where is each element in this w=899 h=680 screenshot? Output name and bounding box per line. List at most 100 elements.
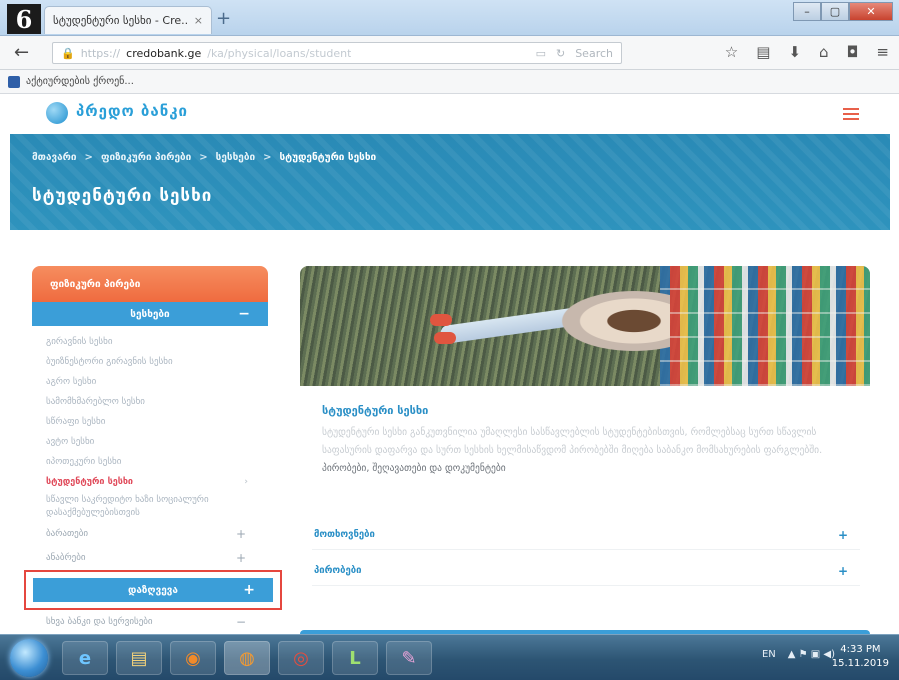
sidebar-item[interactable]: იპოთეკური სესხი: [32, 452, 268, 472]
sidebar-loans-section[interactable]: სესხები −: [32, 302, 268, 326]
address-bar[interactable]: 🔒 https:// credobank.ge /ka/physical/loa…: [52, 42, 622, 64]
student-loan-photo: [300, 266, 870, 386]
collapse-icon[interactable]: −: [236, 610, 246, 634]
page-title: სტუდენტური სესხი: [32, 186, 213, 206]
accordion-conditions[interactable]: პირობები +: [312, 556, 860, 586]
breadcrumb-loans[interactable]: სესხები: [216, 152, 255, 163]
tray-icons[interactable]: ▲ ⚑ ▣ ◀): [788, 649, 835, 660]
new-tab-button[interactable]: +: [216, 8, 231, 29]
logo-globe-icon[interactable]: [46, 102, 68, 124]
bookmarks-bar: აქტიურდების ქროენ...: [0, 70, 899, 94]
language-indicator[interactable]: EN: [762, 649, 776, 660]
media-player-icon[interactable]: ◉: [170, 641, 216, 675]
sidebar-group-deposits[interactable]: ანაბრები +: [32, 546, 268, 570]
sidebar-group-label: ბარათები: [46, 529, 89, 539]
bookshelf-image: [660, 266, 870, 386]
shoe-image: [434, 332, 456, 344]
expand-icon[interactable]: +: [243, 582, 255, 598]
home-icon[interactable]: ⌂: [819, 43, 829, 61]
sidebar-loans-label: სესხები: [130, 308, 170, 320]
search-field[interactable]: Search: [575, 47, 613, 60]
bookmark-star-icon[interactable]: ☆: [725, 43, 738, 61]
url-actions: ▭ ↻ Search: [536, 47, 613, 60]
url-path: /ka/physical/loans/student: [207, 46, 352, 60]
sidebar-item[interactable]: სამომხმარებლო სესხი: [32, 392, 268, 412]
sidebar-item[interactable]: აგრო სესხი: [32, 372, 268, 392]
sidebar-loan-list: გირავნის სესხი ბუიზნესტორი გირავნის სესხ…: [32, 326, 268, 522]
back-arrow-icon[interactable]: ←: [14, 42, 29, 63]
sidebar-item-active[interactable]: სტუდენტური სესხი ›: [32, 472, 268, 492]
sidebar-group-cards[interactable]: ბარათები +: [32, 522, 268, 546]
content-paragraph: სტუდენტური სესხი განკუთვნილია უმაღლესი ს…: [322, 424, 852, 478]
browser-titlebar: სტუდენტური სესხი - Cre... × + – ▢ ✕: [0, 0, 899, 36]
browser-navbar: ← 🔒 https:// credobank.ge /ka/physical/l…: [0, 36, 899, 70]
start-button-icon[interactable]: [10, 639, 48, 677]
browser-tab[interactable]: სტუდენტური სესხი - Cre... ×: [44, 6, 212, 34]
breadcrumb-individuals[interactable]: ფიზიკური პირები: [101, 152, 191, 163]
insurance-button-label: დაზღვევა: [128, 584, 178, 596]
accordion-requirements[interactable]: მოთხოვნები +: [312, 520, 860, 550]
breadcrumb: მთავარი > ფიზიკური პირები > სესხები > სტ…: [32, 152, 376, 163]
expand-icon[interactable]: +: [838, 528, 848, 542]
window-controls: – ▢ ✕: [793, 2, 893, 21]
content-paragraph-dark: პირობები, შეღავათები და დოკუმენტები: [322, 463, 506, 474]
content-title: სტუდენტური სესხი: [322, 404, 429, 417]
content-paragraph-light: სტუდენტური სესხი განკუთვნილია უმაღლესი ს…: [322, 427, 823, 456]
internet-explorer-icon[interactable]: e: [62, 641, 108, 675]
breadcrumb-separator: >: [84, 152, 93, 163]
step-number-badge: 6: [7, 4, 41, 34]
sidebar-item[interactable]: სწრაფი სესხი: [32, 412, 268, 432]
maximize-button[interactable]: ▢: [821, 2, 849, 21]
sidebar-header[interactable]: ფიზიკური პირები: [32, 266, 268, 302]
site-logo-text[interactable]: პრედო ბანკი: [76, 102, 188, 120]
tab-close-icon[interactable]: ×: [194, 14, 203, 27]
chrome-icon[interactable]: ◎: [278, 641, 324, 675]
clipboard-icon[interactable]: ▤: [756, 43, 770, 61]
system-tray: EN ▲ ⚑ ▣ ◀): [762, 649, 835, 660]
expand-icon[interactable]: +: [236, 546, 246, 570]
menu-icon[interactable]: ≡: [876, 43, 889, 61]
clock-time: 4:33 PM: [840, 644, 881, 655]
download-icon[interactable]: ⬇: [788, 43, 801, 61]
bookmark-item[interactable]: აქტიურდების ქროენ...: [26, 76, 134, 87]
bookmark-favicon-icon: [8, 75, 20, 88]
child-image: [550, 286, 670, 356]
paint-icon[interactable]: ✎: [386, 641, 432, 675]
insurance-button[interactable]: დაზღვევა +: [33, 578, 273, 602]
lock-icon: 🔒: [61, 46, 75, 60]
expand-icon[interactable]: +: [838, 564, 848, 578]
minimize-button[interactable]: –: [793, 2, 821, 21]
sidebar-group-other[interactable]: სხვა ბანკი და სერვისები −: [32, 610, 268, 634]
page-hero: მთავარი > ფიზიკური პირები > სესხები > სტ…: [10, 134, 890, 230]
sidebar-group-label: სხვა ბანკი და სერვისები: [46, 617, 153, 627]
file-explorer-icon[interactable]: ▤: [116, 641, 162, 675]
close-window-button[interactable]: ✕: [849, 2, 893, 21]
shoe-image: [430, 314, 452, 326]
windows-taskbar: e ▤ ◉ ◍ ◎ L ✎ EN ▲ ⚑ ▣ ◀) 4:33 PM 15.11.…: [0, 634, 899, 680]
sidebar-item[interactable]: გირავნის სესხი: [32, 332, 268, 352]
firefox-icon[interactable]: ◍: [224, 641, 270, 675]
accordion-label: პირობები: [314, 565, 362, 576]
breadcrumb-current: სტუდენტური სესხი: [279, 152, 377, 163]
accordion-label: მოთხოვნები: [314, 529, 375, 540]
sidebar-item[interactable]: ბუიზნესტორი გირავნის სესხი: [32, 352, 268, 372]
url-protocol: https://: [80, 46, 121, 60]
app-icon[interactable]: L: [332, 641, 378, 675]
toolbar-icons: ☆ ▤ ⬇ ⌂ ◘ ≡: [725, 43, 889, 61]
sidebar-item[interactable]: სწავლი საკრედიტო ხაზი სოციალური დასაქმებ…: [32, 492, 268, 522]
tab-title: სტუდენტური სესხი - Cre...: [53, 14, 188, 27]
site-header: პრედო ბანკი: [0, 94, 899, 134]
reader-view-icon[interactable]: ▭: [536, 47, 546, 60]
expand-icon[interactable]: +: [236, 522, 246, 546]
breadcrumb-separator: >: [199, 152, 208, 163]
sidebar-group-label: ანაბრები: [46, 553, 86, 563]
sidebar-item[interactable]: ავტო სესხი: [32, 432, 268, 452]
sidebar: ფიზიკური პირები სესხები − გირავნის სესხი…: [24, 266, 282, 634]
pocket-icon[interactable]: ◘: [847, 43, 859, 61]
sidebar-item-active-label: სტუდენტური სესხი: [46, 477, 134, 487]
hamburger-menu-icon[interactable]: [843, 108, 859, 123]
clock[interactable]: 4:33 PM 15.11.2019: [832, 643, 889, 671]
reload-icon[interactable]: ↻: [556, 47, 565, 60]
collapse-icon[interactable]: −: [238, 306, 250, 322]
breadcrumb-home[interactable]: მთავარი: [32, 152, 77, 163]
